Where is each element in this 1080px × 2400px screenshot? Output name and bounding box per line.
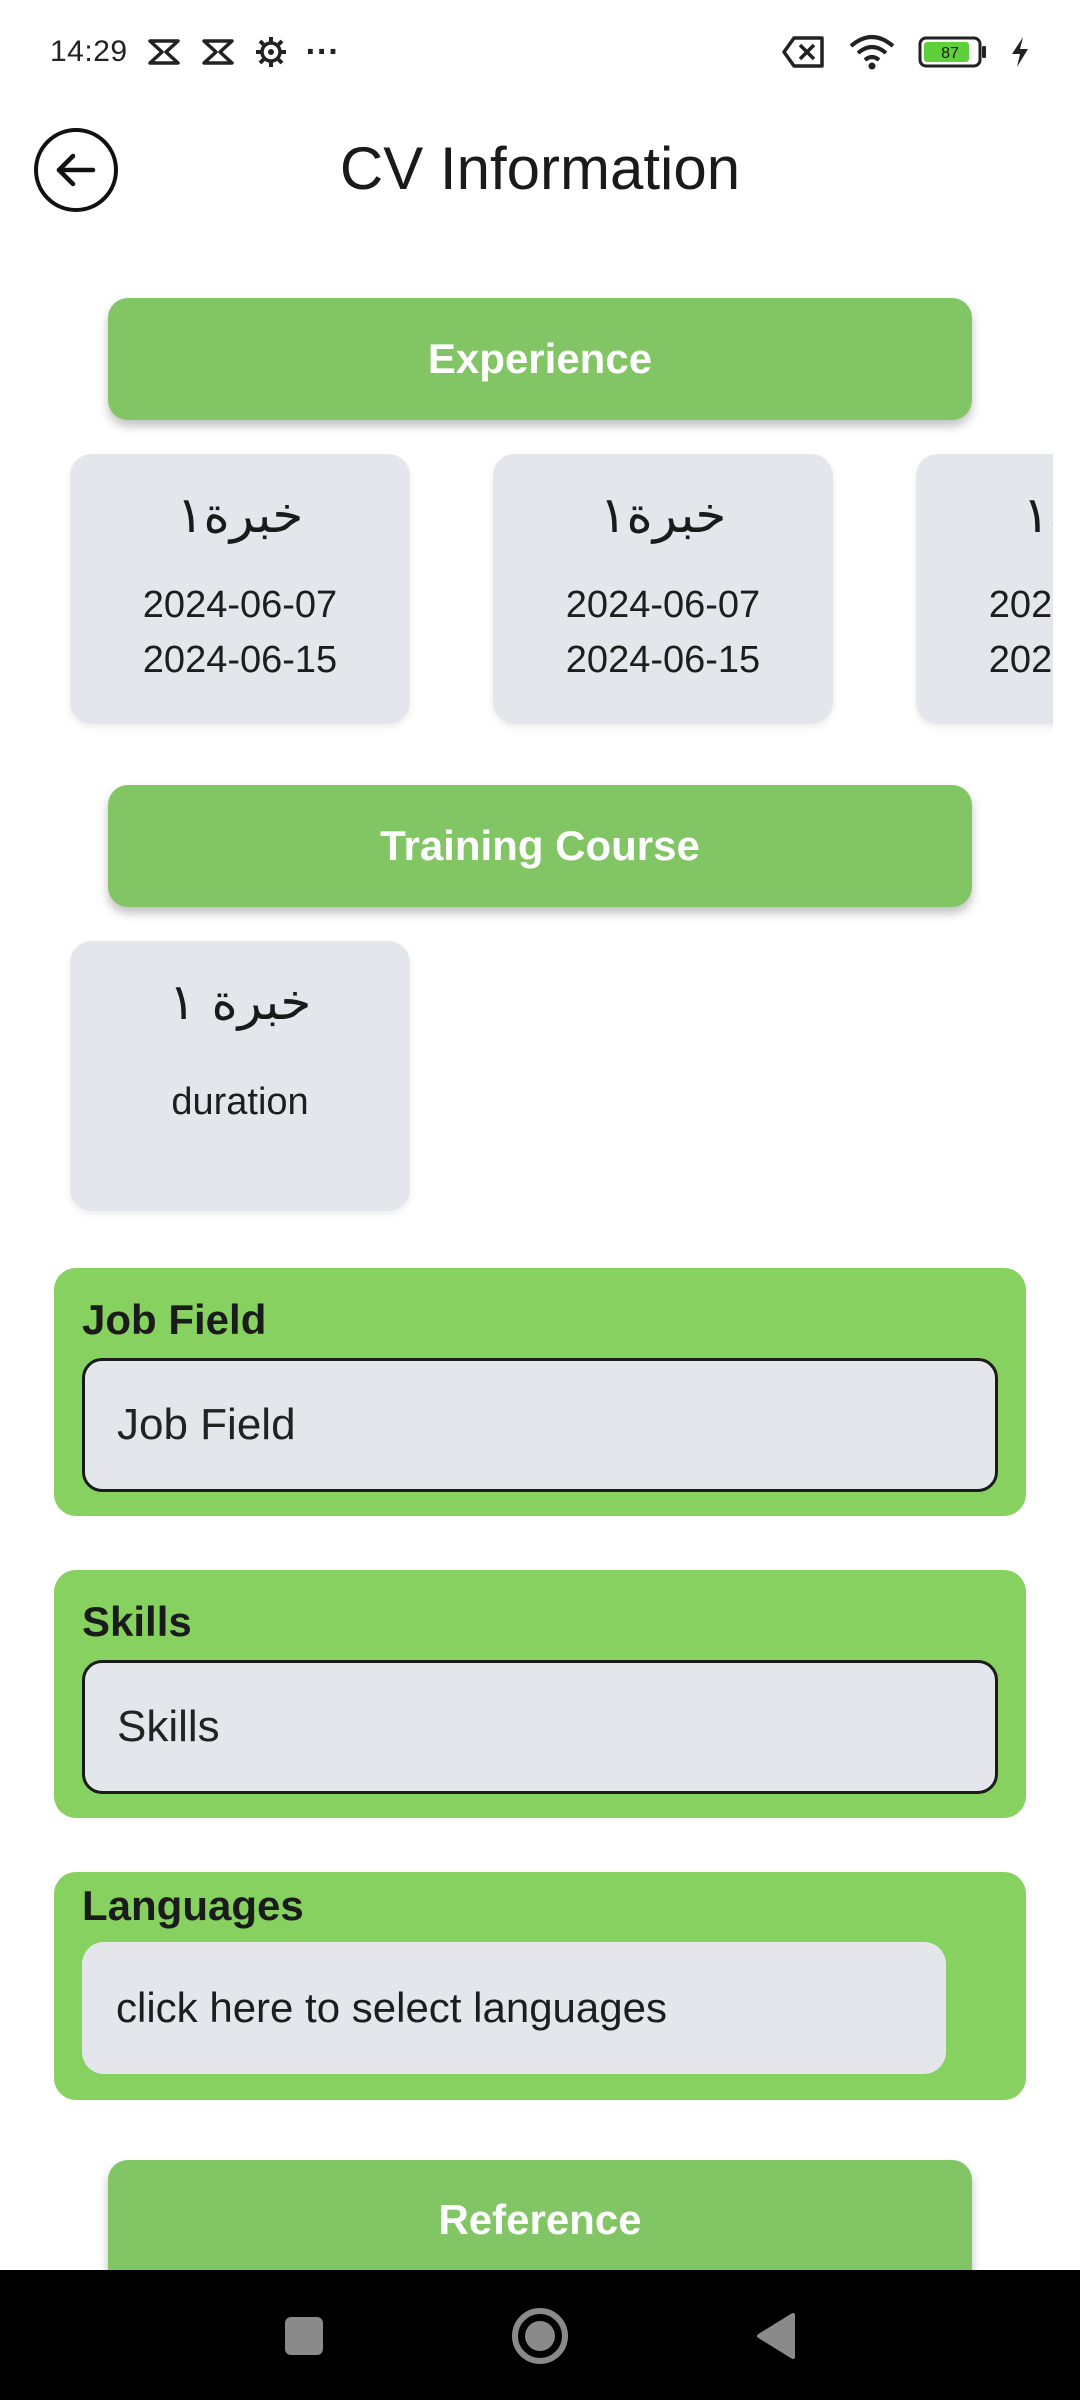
experience-card-end-date: 2024-06-15: [565, 639, 761, 681]
status-more-indicator: ···: [305, 32, 340, 71]
experience-card-list[interactable]: خبرة١ 2024-06-07 2024-06-15 خبرة١ 2024-0…: [0, 454, 1053, 744]
experience-card-start-date: 2024-06-07: [988, 584, 1053, 626]
experience-card-start-date: 2024-06-07: [142, 584, 338, 626]
screen: 14:29 ··· 87 CV Information Experience خ…: [0, 0, 1080, 2400]
home-circle-icon: [510, 2306, 570, 2366]
status-bar: 14:29 ··· 87: [0, 0, 1080, 100]
experience-card[interactable]: خبرة١ 2024-06-07 2024-06-15: [916, 454, 1053, 724]
capcut-icon: [200, 37, 236, 67]
wifi-icon: [848, 34, 896, 70]
status-right: 87: [782, 28, 1030, 76]
recents-square-icon: [284, 2316, 324, 2356]
experience-card-title: خبرة١: [176, 486, 304, 544]
skills-label: Skills: [82, 1598, 192, 1645]
status-time: 14:29: [50, 35, 128, 68]
experience-card[interactable]: خبرة١ 2024-06-07 2024-06-15: [70, 454, 410, 724]
training-card[interactable]: خبرة ١ duration: [70, 941, 410, 1211]
training-card-duration: duration: [171, 1081, 309, 1123]
experience-card[interactable]: خبرة١ 2024-06-07 2024-06-15: [493, 454, 833, 724]
home-button[interactable]: [500, 2300, 580, 2372]
status-left: 14:29 ···: [50, 30, 340, 74]
job-field-label: Job Field: [82, 1296, 267, 1343]
languages-select[interactable]: click here to select languages: [82, 1942, 946, 2074]
languages-panel: Languages click here to select languages: [54, 1872, 1026, 2100]
job-field-panel: Job Field Job Field: [54, 1268, 1026, 1516]
page-title: CV Information: [339, 135, 741, 202]
battery-level: 87: [941, 45, 959, 62]
back-nav-button[interactable]: [736, 2300, 816, 2372]
experience-card-title: خبرة١: [1022, 486, 1053, 544]
system-nav-bar: [0, 2270, 1080, 2400]
sim-off-icon: [782, 35, 826, 69]
skills-panel: Skills Skills: [54, 1570, 1026, 1818]
reference-button[interactable]: Reference: [108, 2160, 972, 2280]
app-bar: CV Information: [0, 110, 1080, 230]
training-course-button[interactable]: Training Course: [108, 785, 972, 907]
training-card-title: خبرة ١: [168, 973, 312, 1031]
settings-gear-icon: [254, 35, 288, 69]
experience-button[interactable]: Experience: [108, 298, 972, 420]
languages-label: Languages: [82, 1882, 304, 1929]
job-field-input[interactable]: Job Field: [82, 1358, 998, 1492]
charging-bolt-icon: [1010, 36, 1030, 68]
capcut-icon: [146, 37, 182, 67]
training-card-list[interactable]: خبرة ١ duration: [0, 941, 1053, 1231]
experience-card-title: خبرة١: [599, 486, 727, 544]
battery-icon: 87: [918, 35, 988, 69]
back-triangle-icon: [755, 2312, 797, 2360]
experience-card-start-date: 2024-06-07: [565, 584, 761, 626]
experience-card-end-date: 2024-06-15: [142, 639, 338, 681]
experience-card-end-date: 2024-06-15: [988, 639, 1053, 681]
skills-input[interactable]: Skills: [82, 1660, 998, 1794]
recents-button[interactable]: [264, 2300, 344, 2372]
